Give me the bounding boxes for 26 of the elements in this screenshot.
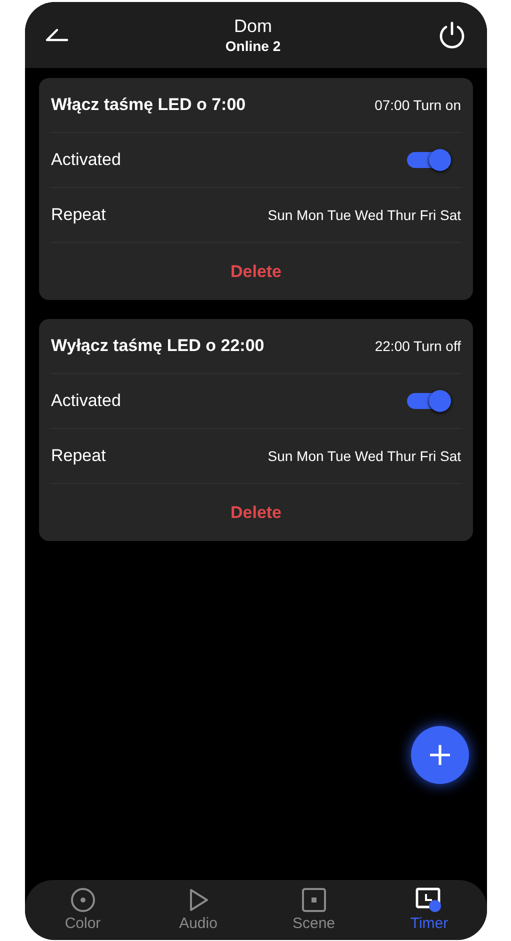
online-status: Online 2 <box>225 37 281 55</box>
nav-tab[interactable]: Timer <box>372 880 487 940</box>
disc-icon <box>70 887 96 913</box>
timer-summary: 07:00 Turn on <box>374 96 461 114</box>
timer-name: Włącz taśmę LED o 7:00 <box>51 94 246 116</box>
timer-icon <box>415 887 444 913</box>
repeat-days: Sun Mon Tue Wed Thur Fri Sat <box>268 204 461 226</box>
nav-tab[interactable]: Audio <box>140 880 256 940</box>
timer-name: Wyłącz taśmę LED o 22:00 <box>51 335 264 358</box>
toggle-switch[interactable] <box>407 390 451 412</box>
activated-label: Activated <box>51 149 121 172</box>
toggle-switch[interactable] <box>407 149 451 171</box>
back-icon[interactable] <box>45 28 69 42</box>
nav-tab[interactable]: Color <box>25 880 140 940</box>
repeat-label: Repeat <box>51 204 106 226</box>
nav-tab[interactable]: Scene <box>256 880 372 940</box>
activated-label: Activated <box>51 390 121 412</box>
add-button[interactable] <box>411 726 469 784</box>
repeat-days: Sun Mon Tue Wed Thur Fri Sat <box>268 446 461 466</box>
square-icon <box>300 887 327 913</box>
plus-icon <box>429 744 451 766</box>
device-title: Dom <box>234 15 272 37</box>
delete-button[interactable]: Delete <box>230 258 282 284</box>
timer-summary: 22:00 Turn off <box>374 336 461 356</box>
repeat-label: Repeat <box>51 445 106 468</box>
delete-button[interactable]: Delete <box>230 500 282 526</box>
